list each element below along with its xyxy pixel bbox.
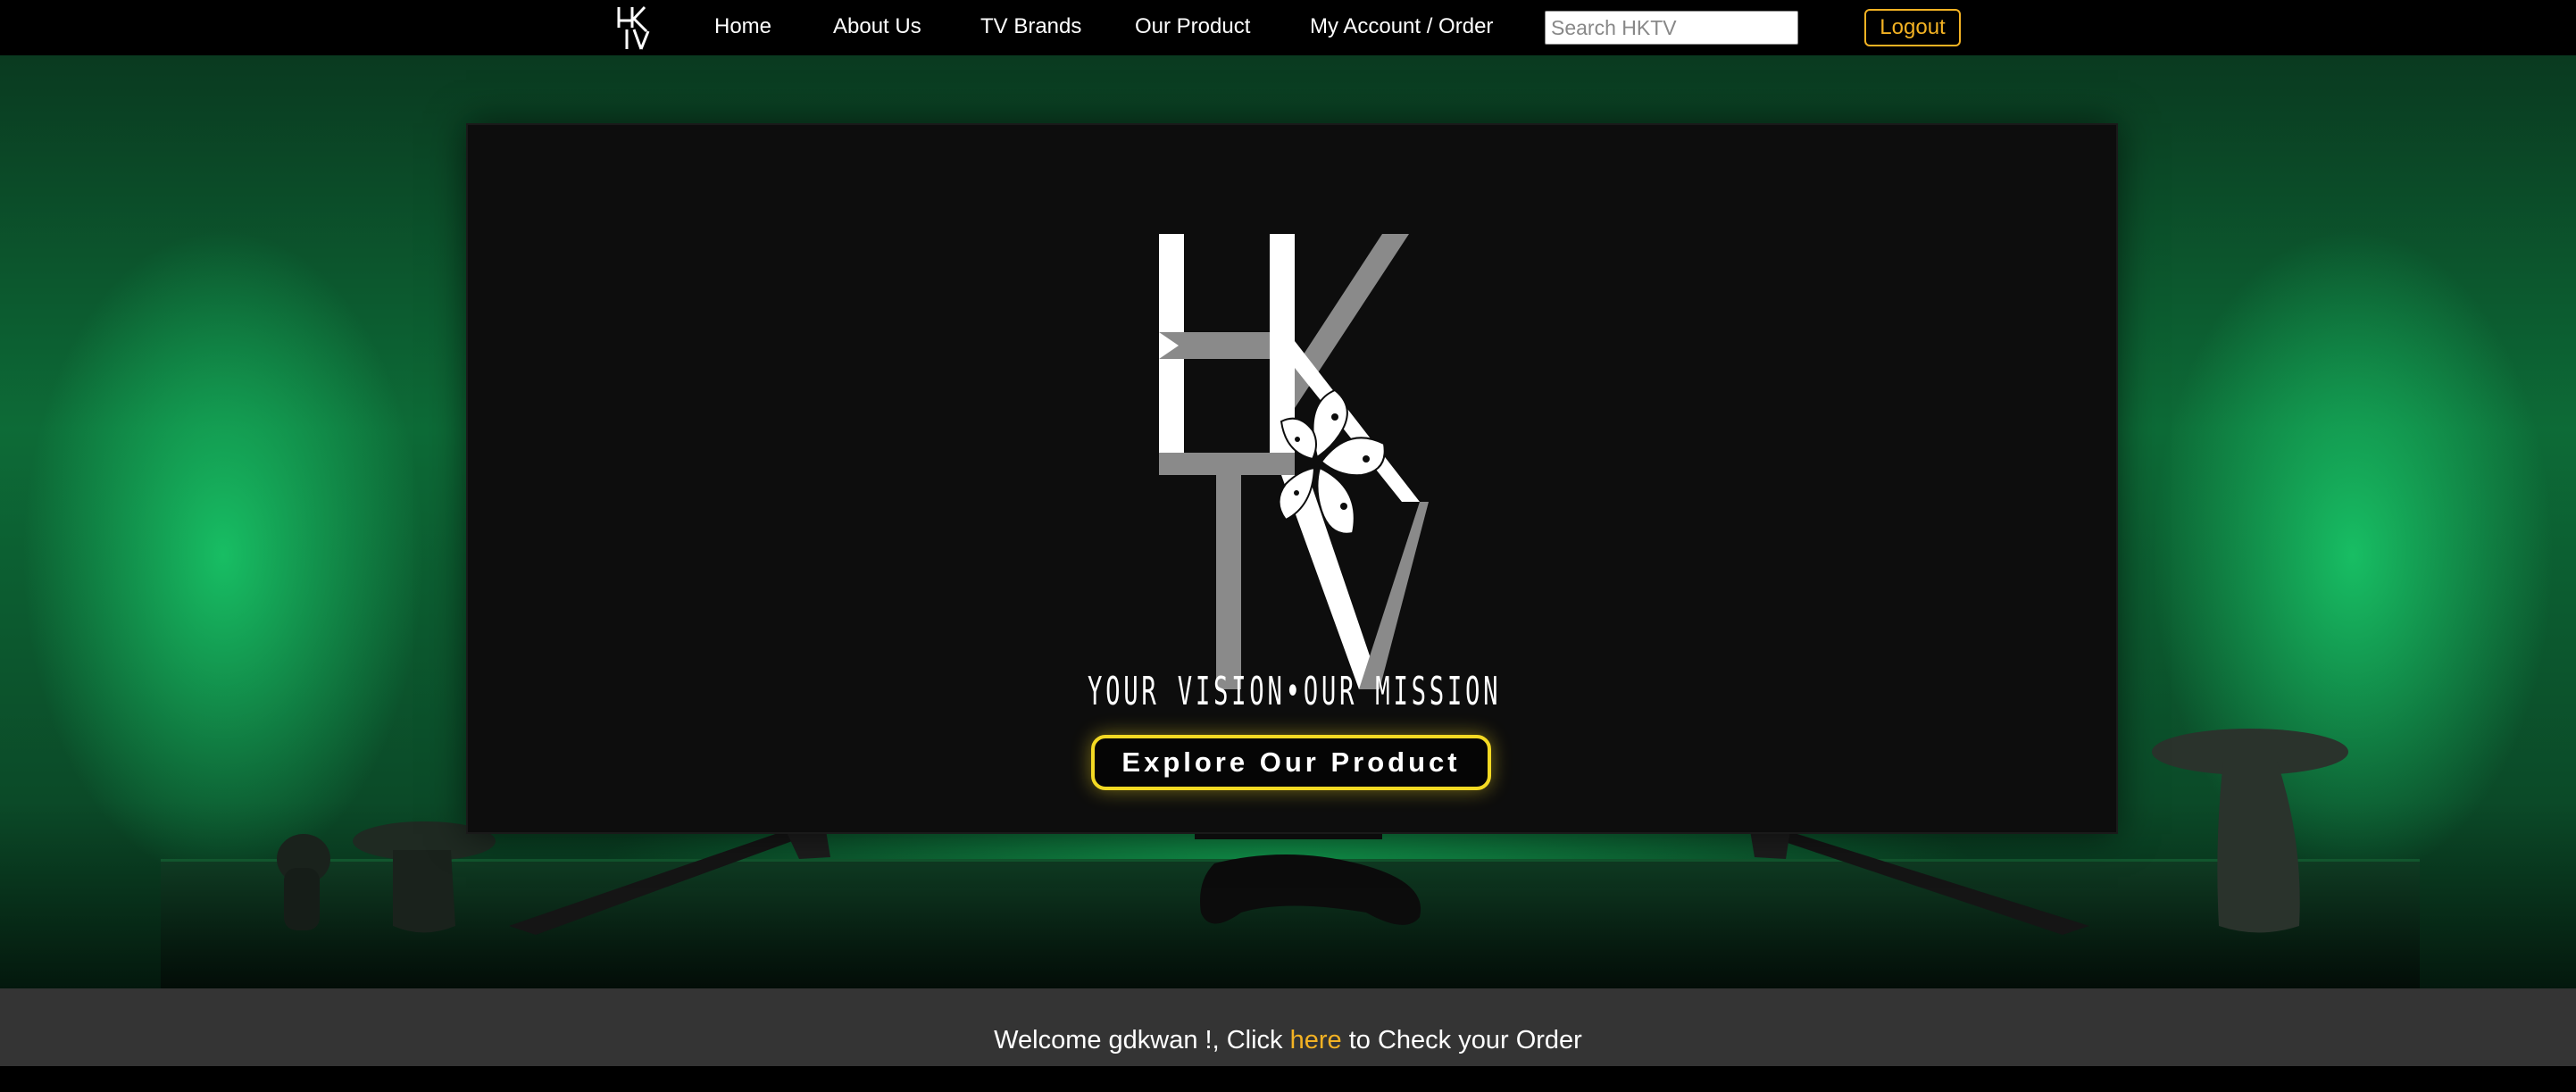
welcome-text-prefix: Welcome gdkwan !, Click xyxy=(994,1026,1290,1054)
welcome-footer: Welcome gdkwan !, Click here to Check yo… xyxy=(0,988,2576,1066)
welcome-text-suffix: to Check your Order xyxy=(1341,1026,1582,1054)
nav-link-our-product[interactable]: Our Product xyxy=(1135,0,1250,55)
top-navbar: Home About Us TV Brands Our Product My A… xyxy=(0,0,2576,55)
nav-link-my-account-order[interactable]: My Account / Order xyxy=(1310,0,1493,55)
hktv-bauhinia-logo-image xyxy=(1159,234,1429,689)
check-order-link[interactable]: here xyxy=(1290,1026,1342,1054)
nav-link-home[interactable]: Home xyxy=(714,0,771,55)
hktv-logo-icon[interactable] xyxy=(614,4,655,51)
tagline-container: YOUR VISION•OUR MISSION xyxy=(1088,665,1498,722)
search-input[interactable] xyxy=(1545,11,1798,45)
hero-tagline: YOUR VISION•OUR MISSION xyxy=(1088,669,1502,714)
logout-button[interactable]: Logout xyxy=(1864,9,1961,46)
nav-link-about-us[interactable]: About Us xyxy=(833,0,921,55)
hero-banner: YOUR VISION•OUR MISSION Explore Our Prod… xyxy=(0,55,2576,988)
explore-product-button[interactable]: Explore Our Product xyxy=(1091,735,1491,790)
nav-link-tv-brands[interactable]: TV Brands xyxy=(980,0,1081,55)
